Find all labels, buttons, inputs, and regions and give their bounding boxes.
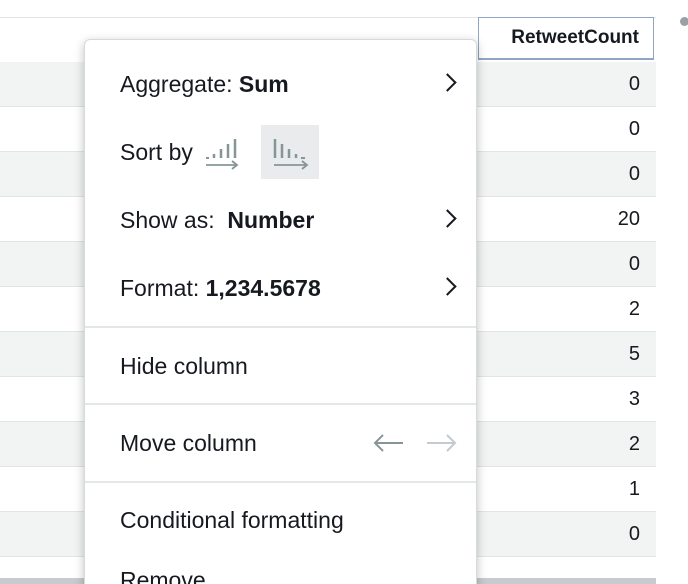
sort-by-label: Sort by [120, 138, 193, 165]
remove-label: Remove [120, 567, 206, 584]
column-resize-handle[interactable] [680, 17, 688, 26]
menu-item-remove[interactable]: Remove [85, 567, 476, 584]
menu-divider [85, 326, 476, 328]
format-value: 1,234.5678 [205, 274, 321, 301]
column-header-retweetcount[interactable]: RetweetCount [478, 17, 654, 60]
retweetcount-cell: 5 [628, 342, 640, 365]
menu-item-aggregate[interactable]: Aggregate: Sum [85, 55, 476, 113]
column-header-label: RetweetCount [511, 27, 639, 48]
menu-divider [85, 403, 476, 405]
format-label: Format: [120, 274, 206, 301]
column-context-menu: Aggregate: Sum Sort by Show as: Number F… [84, 39, 477, 584]
retweetcount-cell: 1 [628, 477, 640, 500]
arrow-left-icon[interactable] [372, 428, 406, 458]
menu-item-format[interactable]: Format: 1,234.5678 [85, 260, 476, 316]
arrow-right-icon[interactable] [424, 428, 458, 458]
menu-item-conditional-formatting[interactable]: Conditional formatting [85, 492, 476, 548]
retweetcount-cell: 0 [628, 522, 640, 545]
retweetcount-cell: 2 [628, 297, 640, 320]
show-as-value: Number [227, 206, 315, 233]
menu-item-show-as[interactable]: Show as: Number [85, 192, 476, 248]
chevron-right-icon [438, 73, 457, 92]
retweetcount-cell: 0 [628, 252, 640, 275]
menu-item-sort-by: Sort by [85, 124, 476, 180]
menu-divider [85, 481, 476, 483]
hide-column-label: Hide column [120, 352, 248, 379]
retweetcount-cell: 0 [628, 162, 640, 185]
aggregate-value: Sum [238, 70, 289, 97]
chevron-right-icon [438, 277, 457, 296]
visual-canvas: RetweetCount 0 0 0 20 0 2 5 3 2 1 0 Aggregate: Sum… [0, 0, 688, 584]
conditional-formatting-label: Conditional formatting [120, 506, 344, 533]
aggregate-label: Aggregate: [120, 70, 239, 97]
show-as-label: Show as: [120, 206, 228, 233]
retweetcount-cell: 20 [617, 207, 640, 230]
retweetcount-cell: 3 [628, 387, 640, 410]
menu-item-move-column: Move column [85, 415, 476, 471]
move-column-label: Move column [120, 429, 257, 456]
retweetcount-cell: 0 [628, 117, 640, 140]
retweetcount-cell: 2 [628, 432, 640, 455]
retweetcount-cell: 0 [628, 72, 640, 95]
chevron-right-icon [438, 209, 457, 228]
sort-descending-icon[interactable] [260, 125, 319, 179]
menu-item-hide-column[interactable]: Hide column [85, 338, 476, 394]
sort-ascending-icon[interactable] [203, 125, 261, 179]
